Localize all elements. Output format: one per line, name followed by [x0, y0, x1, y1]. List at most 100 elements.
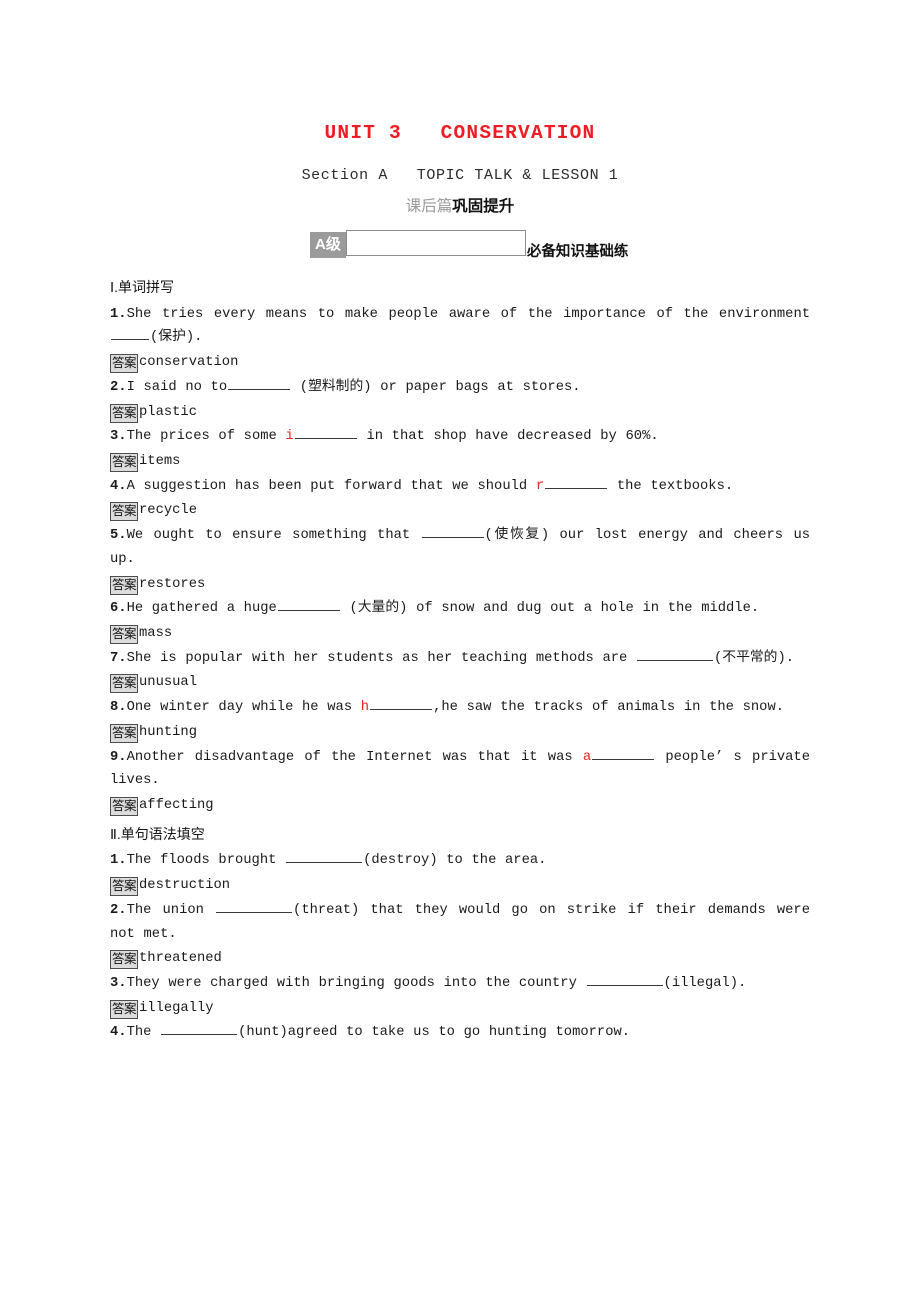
- question-text: (大量的) of snow and dug out a hole in the …: [340, 601, 760, 617]
- question-text: The floods brought: [126, 853, 286, 869]
- answer-badge: 答案: [110, 575, 139, 595]
- level-decorative-box: [345, 229, 526, 256]
- question-line: 6.He gathered a huge (大量的) of snow and d…: [110, 597, 810, 621]
- question-text: We ought to ensure something that: [126, 528, 421, 544]
- hint-letter: i: [285, 429, 294, 445]
- question-line: 4.A suggestion has been put forward that…: [110, 475, 810, 499]
- answer-blank[interactable]: [294, 426, 357, 440]
- question-line: 3.The prices of some i in that shop have…: [110, 425, 810, 449]
- answer-blank[interactable]: [370, 696, 433, 711]
- section-heading: Ⅱ.单句语法填空: [110, 825, 205, 842]
- answer-line: 答案 affecting: [110, 794, 810, 818]
- answer-blank[interactable]: [277, 598, 340, 612]
- answer-badge: 答案: [110, 354, 139, 374]
- question-number: 6.: [110, 601, 127, 617]
- question-text: They were charged with bringing goods in…: [126, 976, 586, 992]
- answer-blank[interactable]: [216, 899, 293, 913]
- post-class-prefix: 课后篇: [405, 198, 453, 216]
- question-line: 3.They were charged with bringing goods …: [110, 972, 810, 996]
- answer-blank[interactable]: [421, 524, 484, 539]
- answer-badge: 答案: [110, 403, 139, 423]
- question-number: 2.: [110, 902, 127, 918]
- question-number: 8.: [110, 700, 127, 716]
- answer-line: 答案 hunting: [110, 721, 810, 745]
- answer-blank[interactable]: [586, 972, 663, 987]
- answer-badge: 答案: [110, 950, 139, 970]
- question-line: 1.She tries every means to make people a…: [110, 303, 810, 350]
- question-text: A suggestion has been put forward that w…: [126, 478, 536, 494]
- question-number: 1.: [110, 853, 127, 869]
- question-line: 7.She is popular with her students as he…: [110, 647, 810, 671]
- answer-line: 答案 restores: [110, 573, 810, 597]
- answer-badge: 答案: [110, 797, 139, 817]
- question-text: (destroy) to the area.: [363, 853, 547, 869]
- question-text: The prices of some: [126, 429, 286, 445]
- answer-line: 答案 destruction: [110, 874, 810, 898]
- question-text: (不平常的).: [714, 650, 795, 666]
- unit-title: UNIT 3 CONSERVATION: [324, 122, 596, 144]
- question-text: He gathered a huge: [126, 601, 277, 617]
- post-class-emphasis: 巩固提升: [452, 198, 515, 216]
- answer-badge: 答案: [110, 674, 139, 694]
- answer-blank[interactable]: [161, 1022, 238, 1036]
- answer-text: items: [139, 453, 181, 469]
- answer-blank[interactable]: [545, 475, 608, 489]
- hint-letter: r: [535, 478, 545, 494]
- answer-text: mass: [139, 626, 173, 642]
- level-caption: 必备知识基础练: [526, 244, 629, 261]
- answer-text: affecting: [139, 798, 214, 814]
- question-text: ,he saw the tracks of animals in the sno…: [433, 700, 785, 716]
- question-number: 5.: [110, 528, 127, 544]
- answer-text: illegally: [139, 1000, 214, 1016]
- question-number: 1.: [110, 306, 127, 322]
- question-number: 2.: [110, 379, 127, 395]
- post-class-heading: 课后篇巩固提升: [110, 198, 810, 217]
- answer-line: 答案 conservation: [110, 351, 810, 375]
- question-text: (保护).: [150, 330, 203, 346]
- hint-letter: h: [360, 700, 370, 716]
- answer-text: unusual: [139, 675, 197, 691]
- answer-blank[interactable]: [286, 850, 363, 864]
- answer-badge: 答案: [110, 625, 139, 645]
- answer-blank[interactable]: [111, 327, 149, 341]
- answer-badge: 答案: [110, 877, 139, 897]
- question-line: 8.One winter day while he was h ,he saw t…: [110, 696, 810, 720]
- question-text: I said no to: [126, 379, 228, 395]
- exercise-body: Ⅰ.单词拼写 1.She tries every means to make pe…: [110, 277, 810, 1045]
- question-line: 2.The union (threat) that they would go …: [110, 899, 810, 946]
- answer-text: hunting: [139, 724, 197, 740]
- answer-line: 答案 unusual: [110, 671, 810, 695]
- question-number: 9.: [110, 749, 127, 765]
- answer-text: recycle: [139, 503, 197, 519]
- question-line: 4.The (hunt)agreed to take us to go hunt…: [110, 1021, 810, 1045]
- question-text: in that shop have decreased by 60%.: [357, 429, 659, 445]
- question-line: 1.The floods brought (destroy) to the ar…: [110, 849, 810, 873]
- answer-line: 答案 mass: [110, 622, 810, 646]
- question-number: 3.: [110, 429, 127, 445]
- page-content: UNIT 3 CONSERVATION Section A TOPIC TALK…: [110, 0, 810, 1046]
- section-subtitle: Section A TOPIC TALK & LESSON 1: [301, 167, 619, 185]
- answer-blank[interactable]: [592, 746, 655, 760]
- question-text: Another disadvantage of the Internet was…: [126, 749, 583, 765]
- answer-blank[interactable]: [637, 647, 714, 661]
- question-text: (塑料制的) or paper bags at stores.: [291, 379, 581, 395]
- question-line: 9.Another disadvantage of the Internet w…: [110, 746, 810, 793]
- answer-badge: 答案: [110, 452, 139, 472]
- answer-text: restores: [139, 576, 206, 592]
- answer-text: destruction: [139, 878, 231, 894]
- question-text: The union: [126, 902, 216, 918]
- question-text: (illegal).: [663, 976, 747, 992]
- question-text: The: [126, 1025, 161, 1041]
- answer-text: threatened: [139, 951, 222, 967]
- section-heading: Ⅰ.单词拼写: [110, 278, 175, 295]
- answer-line: 答案 recycle: [110, 499, 810, 523]
- answer-line: 答案 items: [110, 450, 810, 474]
- answer-line: 答案 threatened: [110, 947, 810, 971]
- answer-blank[interactable]: [228, 376, 291, 390]
- worksheet-page: UNIT 3 CONSERVATION Section A TOPIC TALK…: [0, 0, 920, 1302]
- answer-line: 答案 illegally: [110, 997, 810, 1021]
- level-badge-a: A级: [310, 231, 346, 258]
- question-text: She is popular with her students as her …: [126, 650, 637, 666]
- answer-line: 答案 plastic: [110, 401, 810, 425]
- answer-badge: 答案: [110, 999, 139, 1019]
